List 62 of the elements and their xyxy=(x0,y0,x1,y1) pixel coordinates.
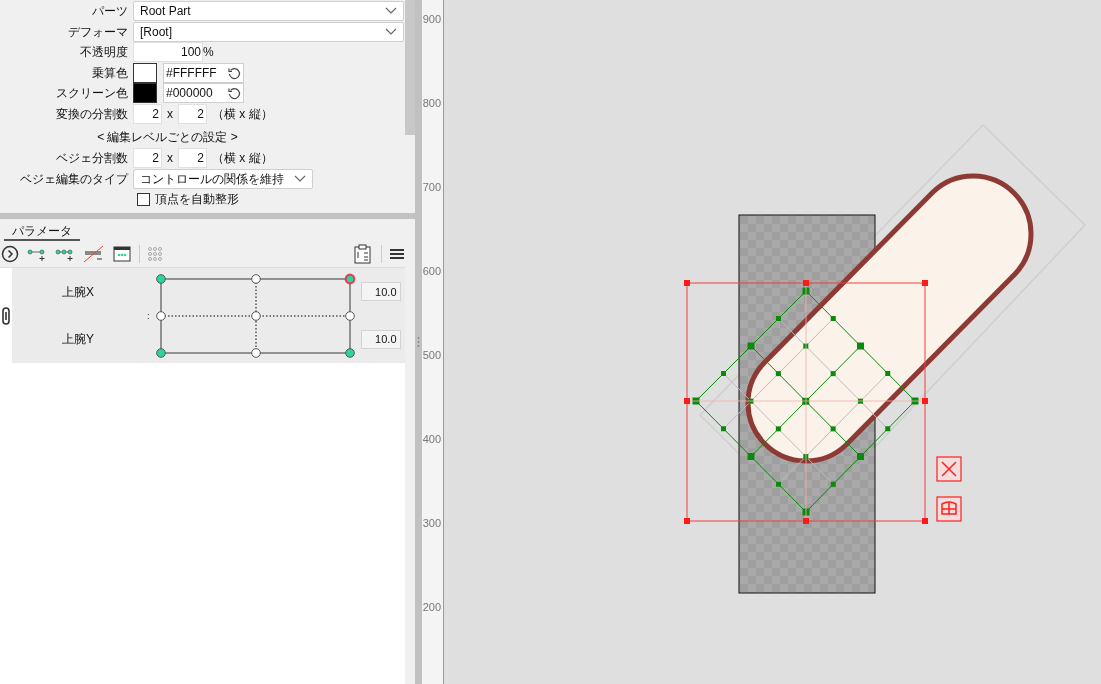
chevron-down-icon xyxy=(385,27,397,36)
color-field[interactable]: #000000 xyxy=(163,83,244,104)
link-icon[interactable] xyxy=(1,306,11,325)
reset-icon[interactable] xyxy=(227,65,241,80)
number-input[interactable]: 2 xyxy=(133,103,162,124)
close-icon[interactable] xyxy=(936,456,962,482)
field-label: デフォーマ xyxy=(67,23,128,41)
dots-grid-icon[interactable] xyxy=(148,246,162,262)
dropdown[interactable]: [Root] xyxy=(133,21,404,42)
number-input[interactable]: 2 xyxy=(178,103,207,124)
ruler-label: 200 xyxy=(422,600,442,614)
parameter-label: 上腕Y xyxy=(62,331,95,349)
grip-icon[interactable] xyxy=(417,336,420,348)
separator-label: : xyxy=(147,309,150,323)
field-label: スクリーン色 xyxy=(55,85,128,103)
ruler-label: 400 xyxy=(422,432,442,446)
value-input[interactable]: 10.0 xyxy=(360,282,401,302)
field-label: ベジェ編集のタイプ xyxy=(19,170,128,188)
field-label: ベジェ分割数 xyxy=(55,150,128,168)
add-keys-icon[interactable] xyxy=(55,247,75,261)
number-input[interactable]: 2 xyxy=(133,148,162,169)
capsule-shape[interactable] xyxy=(745,173,1034,464)
field-label: 変換の分割数 xyxy=(55,105,128,123)
parameter-label: 上腕X xyxy=(62,283,95,301)
chevron-down-icon xyxy=(385,7,397,16)
checkbox[interactable] xyxy=(137,192,150,206)
checkbox-label: 頂点を自動整形 xyxy=(155,191,239,208)
color-swatch[interactable] xyxy=(133,83,157,104)
dropdown[interactable]: コントロールの関係を維持 xyxy=(133,168,313,189)
chevron-down-icon xyxy=(294,174,306,183)
field-label: パーツ xyxy=(91,3,128,21)
axis-note: （横 x 縦） xyxy=(212,105,273,123)
chevron-circle-icon[interactable] xyxy=(1,245,19,263)
opacity-input[interactable]: 100 xyxy=(133,42,203,63)
clipboard-icon[interactable] xyxy=(353,244,373,264)
panel-icon[interactable] xyxy=(113,246,131,262)
menu-icon[interactable] xyxy=(390,248,404,260)
axis-note: （横 x 縦） xyxy=(212,150,273,168)
times-label: x xyxy=(167,105,173,123)
remove-key-icon[interactable] xyxy=(83,245,105,263)
unit-label: % xyxy=(203,44,214,62)
field-label: 乗算色 xyxy=(91,64,128,82)
ruler-label: 600 xyxy=(422,264,442,278)
parameter-row[interactable]: 上腕X 上腕Y : 10.0 10.0 xyxy=(12,268,405,363)
value-input[interactable]: 10.0 xyxy=(360,329,401,349)
ruler-label: 300 xyxy=(422,516,442,530)
ruler-label: 900 xyxy=(422,12,442,26)
color-swatch[interactable] xyxy=(133,62,157,83)
ruler-label: 700 xyxy=(422,180,442,194)
field-label: 不透明度 xyxy=(79,44,128,62)
scrollbar[interactable] xyxy=(405,219,415,684)
add-key-icon[interactable] xyxy=(27,247,47,261)
section-header: < 編集レベルごとの設定 > xyxy=(97,129,238,146)
grid-icon[interactable] xyxy=(936,496,962,522)
number-input[interactable]: 2 xyxy=(178,148,207,169)
dropdown[interactable]: Root Part xyxy=(133,1,404,22)
reset-icon[interactable] xyxy=(227,86,241,101)
ruler-label: 800 xyxy=(422,96,442,110)
times-label: x xyxy=(167,150,173,168)
parameter-grid[interactable] xyxy=(154,272,357,359)
ruler-label: 500 xyxy=(422,348,442,362)
color-field[interactable]: #FFFFFF xyxy=(163,62,244,83)
